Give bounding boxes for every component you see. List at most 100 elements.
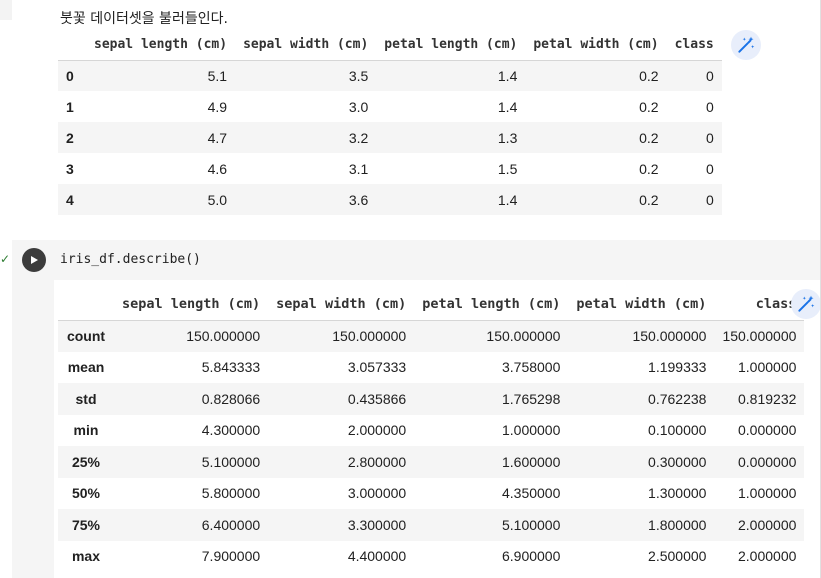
table-cell: 1.4	[497, 191, 518, 208]
table-cell: 5.843333	[201, 359, 261, 376]
magic-wand-button-1[interactable]	[731, 30, 761, 60]
index-header	[58, 30, 86, 61]
index-header	[58, 288, 114, 321]
magic-wand-button-2[interactable]	[791, 289, 821, 319]
run-cell-button[interactable]	[22, 248, 46, 272]
table-cell: 6.900000	[501, 548, 561, 565]
table-row: 50% 5.800000 3.000000 4.350000 1.300000 …	[58, 478, 804, 510]
row-index: 25%	[71, 453, 101, 470]
column-header: petal width (cm)	[568, 288, 715, 321]
table-header-row: sepal length (cm) sepal width (cm) petal…	[58, 288, 805, 321]
table-cell: 1.000000	[738, 359, 797, 376]
code-line: iris_df.describe()	[60, 252, 201, 267]
table-cell: 7.900000	[201, 548, 261, 565]
row-index: 0	[66, 67, 74, 84]
output-heading: 붓꽃 데이터셋을 불러들인다.	[60, 11, 228, 27]
table-cell: 5.0	[207, 191, 228, 208]
table-cell: 1.4	[497, 98, 518, 115]
column-header: petal length (cm)	[376, 30, 526, 61]
table-cell: 0	[705, 129, 714, 146]
table-cell: 1.300000	[648, 485, 707, 502]
table-row: mean 5.843333 3.057333 3.758000 1.199333…	[58, 352, 804, 384]
table-cell: 150.000000	[332, 328, 407, 344]
column-header: class	[666, 30, 722, 61]
row-index: std	[75, 390, 97, 407]
output-area-1: 붓꽃 데이터셋을 불러들인다. sepal length (cm) sepal …	[58, 8, 722, 215]
column-header: petal width (cm)	[525, 30, 667, 61]
table-cell: 3.000000	[347, 485, 407, 502]
play-icon	[31, 256, 38, 264]
gutter-top	[0, 0, 12, 20]
table-row: 1 4.9 3.0 1.4 0.2 0	[58, 91, 722, 122]
table-cell: 0.2	[639, 129, 659, 146]
table-cell: 1.765298	[501, 390, 561, 407]
table-row: 4 5.0 3.6 1.4 0.2 0	[58, 184, 722, 215]
table-row: max 7.900000 4.400000 6.900000 2.500000 …	[58, 541, 804, 573]
table-row: min 4.300000 2.000000 1.000000 0.100000 …	[58, 415, 804, 447]
column-header: sepal length (cm)	[114, 288, 269, 321]
table-cell: 0.435866	[347, 390, 407, 407]
row-index: 3	[66, 160, 74, 177]
table-row: 2 4.7 3.2 1.3 0.2 0	[58, 122, 722, 153]
row-index: 2	[66, 129, 74, 146]
cell-gutter	[12, 240, 54, 578]
column-header: sepal width (cm)	[268, 288, 415, 321]
table-cell: 0.2	[639, 98, 659, 115]
table-cell: 2.000000	[738, 548, 797, 565]
table-cell: 150.000000	[722, 328, 797, 344]
table-cell: 0.828066	[201, 390, 261, 407]
table-cell: 4.300000	[201, 422, 261, 439]
table-cell: 3.057333	[347, 359, 407, 376]
table-cell: 4.350000	[501, 485, 561, 502]
magic-wand-icon	[798, 295, 815, 312]
table-row: std 0.828066 0.435866 1.765298 0.762238 …	[58, 383, 805, 415]
table-cell: 0.2	[639, 160, 659, 177]
table-cell: 3.758000	[501, 359, 561, 376]
table-cell: 150.000000	[632, 328, 707, 344]
table-cell: 0.000000	[738, 422, 797, 439]
table-cell: 0.819232	[738, 390, 797, 407]
table-row: count 150.000000 150.000000 150.000000 1…	[58, 320, 805, 352]
table-cell: 0.2	[639, 67, 659, 84]
table-cell: 3.1	[348, 160, 369, 177]
execution-success-icon: ✓	[0, 252, 11, 266]
table-cell: 2.000000	[347, 422, 407, 439]
table-cell: 3.0	[348, 98, 369, 115]
table-cell: 0	[705, 160, 714, 177]
table-cell: 3.300000	[347, 516, 407, 533]
table-cell: 6.400000	[201, 516, 261, 533]
row-index: 50%	[71, 485, 101, 502]
table-cell: 4.6	[207, 160, 228, 177]
column-header: sepal length (cm)	[86, 30, 236, 61]
row-index: 4	[66, 191, 74, 208]
dataframe-head-table: sepal length (cm) sepal width (cm) petal…	[58, 30, 722, 215]
table-header-row: sepal length (cm) sepal width (cm) petal…	[58, 30, 722, 61]
table-cell: 2.000000	[738, 516, 797, 533]
table-cell: 3.5	[348, 67, 369, 84]
output-area-2: sepal length (cm) sepal width (cm) petal…	[58, 288, 805, 573]
table-cell: 5.1	[207, 67, 228, 84]
table-cell: 3.6	[348, 191, 369, 208]
row-index: max	[71, 548, 101, 565]
table-row: 75% 6.400000 3.300000 5.100000 1.800000 …	[58, 509, 805, 541]
row-index: 75%	[71, 516, 101, 533]
table-cell: 0.000000	[738, 453, 797, 470]
column-header: sepal width (cm)	[235, 30, 377, 61]
table-cell: 0.2	[639, 191, 659, 208]
table-cell: 0	[705, 67, 714, 84]
table-cell: 2.500000	[648, 548, 707, 565]
table-cell: 1.3	[497, 129, 518, 146]
table-row: 0 5.1 3.5 1.4 0.2 0	[58, 60, 722, 91]
table-cell: 1.000000	[738, 485, 797, 502]
table-cell: 1.600000	[501, 453, 561, 470]
table-cell: 0	[705, 191, 714, 208]
table-cell: 5.100000	[501, 516, 561, 533]
table-cell: 0.762238	[648, 390, 707, 407]
column-header: petal length (cm)	[414, 288, 569, 321]
table-cell: 1.000000	[501, 422, 561, 439]
code-editor[interactable]: iris_df.describe()	[54, 240, 821, 280]
table-cell: 1.4	[497, 67, 518, 84]
table-cell: 3.2	[348, 129, 369, 146]
table-cell: 150.000000	[486, 328, 561, 344]
table-cell: 4.400000	[347, 548, 407, 565]
